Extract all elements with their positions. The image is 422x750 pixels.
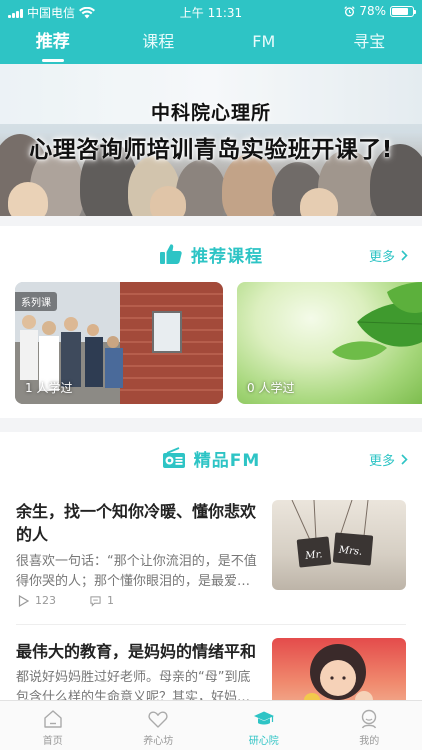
fm-item-thumbnail: Mr. Mrs. — [272, 500, 406, 590]
chevron-right-icon — [401, 454, 408, 465]
list-divider — [16, 624, 406, 625]
fm-item-thumbnail — [272, 638, 406, 700]
fm-list-item[interactable]: 余生，找一个知你冷暖、懂你悲欢的人 很喜欢一句话：“那个让你流泪的，是不值得你哭… — [16, 500, 406, 618]
thumb-text-mrs: Mrs. — [337, 545, 362, 558]
banner-title: 心理咨询师培训青岛实验班开课了! — [29, 137, 393, 163]
mother-illustration — [304, 644, 373, 700]
top-tabs: 推荐 课程 FM 寻宝 — [0, 26, 422, 62]
nav-home[interactable]: 首页 — [0, 701, 106, 750]
nav-label: 首页 — [42, 736, 63, 747]
thumbs-up-icon — [160, 244, 182, 264]
tab-fm[interactable]: FM — [211, 26, 317, 62]
banner-subtitle: 中科院心理所 — [150, 102, 271, 124]
fm-list-item[interactable]: 最伟大的教育，是妈妈的情绪平和 都说好妈妈胜过好老师。母亲的“母”到底包含什么样… — [16, 638, 406, 700]
nav-label: 我的 — [359, 736, 380, 747]
tab-treasure[interactable]: 寻宝 — [317, 26, 422, 62]
section-title-wrap: 精品FM — [0, 438, 422, 478]
mr-mrs-thumbnail: Mr. Mrs. — [291, 500, 374, 568]
nav-label: 养心坊 — [143, 736, 174, 747]
tab-recommended[interactable]: 推荐 — [0, 26, 106, 62]
home-icon — [44, 710, 62, 728]
recommended-courses-section: 推荐课程 更多 系列课 1 人学过 0 人学过 — [0, 226, 422, 418]
nav-wellness[interactable]: 养心坊 — [106, 701, 212, 750]
more-fm-link[interactable]: 更多 — [369, 450, 408, 469]
fm-item-description: 很喜欢一句话：“那个让你流泪的，是不值得你哭的人；那个懂你眼泪的，是最爱… — [16, 554, 257, 589]
section-title: 精品FM — [193, 450, 261, 471]
battery-percent: 78% — [359, 4, 386, 18]
heart-icon — [148, 711, 168, 728]
comment-count: 1 — [90, 594, 114, 607]
bottom-navigation: 首页 养心坊 研心院 我的 — [0, 700, 422, 750]
section-header: 精品FM 更多 — [0, 438, 422, 478]
section-header: 推荐课程 更多 — [0, 234, 422, 274]
play-count-value: 123 — [35, 594, 56, 607]
status-right: 78% — [344, 4, 416, 18]
fm-item-title: 余生，找一个知你冷暖、懂你悲欢的人 — [16, 502, 257, 544]
battery-icon — [390, 5, 416, 17]
fm-section: 精品FM 更多 余生，找一个知你冷暖、懂你悲欢的人 很喜欢一句话：“那个让你流泪… — [0, 432, 422, 700]
comment-count-value: 1 — [107, 594, 114, 607]
course-card[interactable]: 0 人学过 — [237, 282, 422, 404]
nav-label: 研心院 — [248, 736, 279, 747]
fm-item-stats: 123 1 — [18, 594, 140, 607]
course-badge: 系列课 — [15, 292, 57, 311]
radio-icon — [162, 447, 185, 468]
play-count: 123 — [18, 594, 56, 607]
graduation-cap-icon — [253, 711, 274, 725]
nav-profile[interactable]: 我的 — [317, 701, 422, 750]
section-title: 推荐课程 — [191, 246, 263, 267]
user-icon — [362, 709, 377, 729]
status-bar: 中国电信 上午 11:31 78% — [0, 0, 422, 22]
more-courses-link[interactable]: 更多 — [369, 246, 408, 265]
fm-item-title: 最伟大的教育，是妈妈的情绪平和 — [16, 642, 257, 661]
tab-courses[interactable]: 课程 — [106, 26, 212, 62]
course-learned-count: 1 人学过 — [25, 381, 73, 395]
promo-banner[interactable]: 中科院心理所 心理咨询师培训青岛实验班开课了! — [0, 64, 422, 216]
course-card[interactable]: 系列课 1 人学过 — [15, 282, 223, 404]
thumb-text-mr: Mr. — [304, 549, 323, 562]
chevron-right-icon — [401, 250, 408, 261]
nav-academy[interactable]: 研心院 — [211, 701, 317, 750]
more-label: 更多 — [368, 454, 395, 469]
alarm-icon — [344, 5, 356, 16]
section-title-wrap: 推荐课程 — [0, 234, 422, 274]
more-label: 更多 — [368, 250, 395, 265]
top-bar: 中国电信 上午 11:31 78% 推荐 课程 FM 寻宝 — [0, 0, 422, 64]
fm-item-description: 都说好妈妈胜过好老师。母亲的“母”到底包含什么样的生命意义呢？其实，好妈… — [16, 670, 251, 700]
course-learned-count: 0 人学过 — [247, 381, 295, 395]
play-icon — [18, 594, 29, 607]
comment-icon — [90, 595, 101, 607]
